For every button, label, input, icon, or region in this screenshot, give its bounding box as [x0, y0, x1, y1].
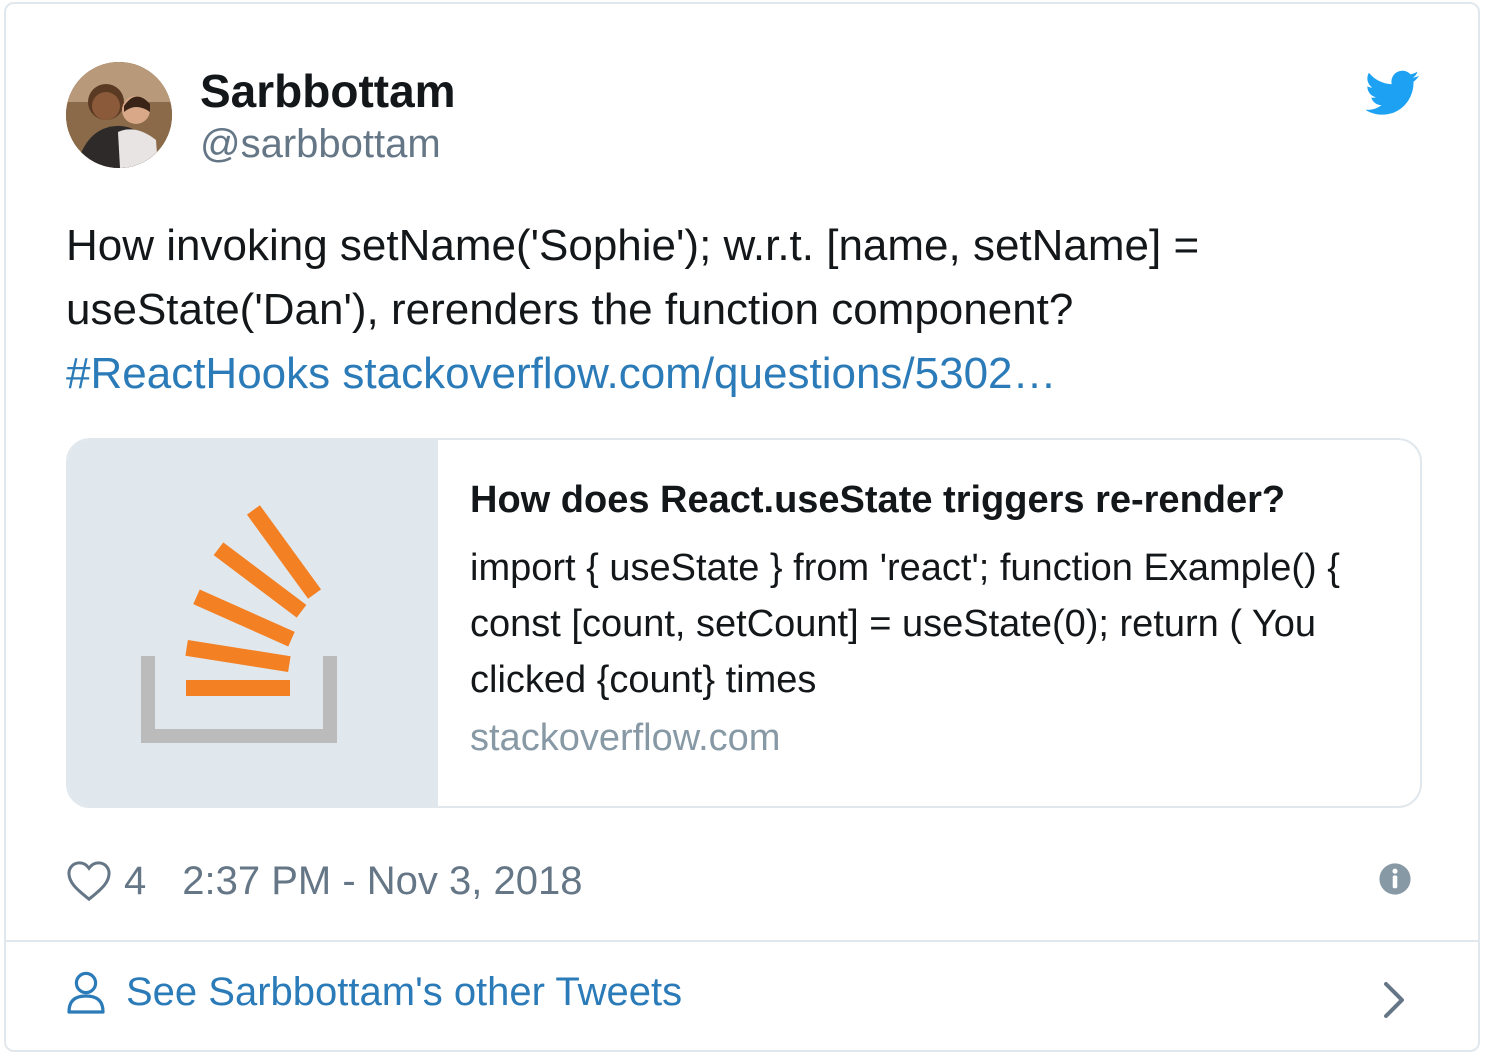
- tweet-timestamp[interactable]: 2:37 PM - Nov 3, 2018: [182, 859, 582, 904]
- chevron-right-icon[interactable]: [1382, 980, 1406, 1020]
- divider: [6, 940, 1478, 942]
- card-title: How does React.useState triggers re-rend…: [470, 479, 1286, 521]
- twitter-bird-icon[interactable]: [1366, 70, 1420, 116]
- hashtag-link[interactable]: #ReactHooks: [66, 349, 330, 398]
- see-other-tweets-link[interactable]: See Sarbbottam's other Tweets: [66, 970, 682, 1015]
- avatar-image: [66, 62, 172, 168]
- card-image: [68, 440, 438, 806]
- person-icon: [67, 971, 105, 1014]
- avatar[interactable]: [66, 62, 172, 168]
- user-handle[interactable]: @sarbbottam: [200, 122, 441, 167]
- tweet-text: How invoking setName('Sophie'); w.r.t. […: [66, 214, 1426, 406]
- display-name[interactable]: Sarbbottam: [200, 64, 456, 118]
- link-card[interactable]: How does React.useState triggers re-rend…: [66, 438, 1422, 808]
- card-body: How does React.useState triggers re-rend…: [470, 476, 1390, 762]
- tweet-text-line: How invoking setName('Sophie'); w.r.t. […: [66, 221, 1200, 270]
- like-count[interactable]: 4: [124, 859, 146, 904]
- see-other-tweets-label: See Sarbbottam's other Tweets: [126, 970, 683, 1014]
- tweet-footer: 4 2:37 PM - Nov 3, 2018: [66, 856, 582, 906]
- tweet-text-line: useState('Dan'), rerenders the function …: [66, 285, 1074, 334]
- card-description: import { useState } from 'react'; functi…: [470, 547, 1340, 701]
- card-domain: stackoverflow.com: [470, 717, 781, 759]
- heart-icon[interactable]: [66, 860, 112, 902]
- info-icon[interactable]: [1378, 862, 1412, 896]
- url-link[interactable]: stackoverflow.com/questions/5302…: [342, 349, 1056, 398]
- stackoverflow-logo: [141, 505, 337, 743]
- tweet-embed: Sarbbottam @sarbbottam How invoking setN…: [4, 2, 1480, 1052]
